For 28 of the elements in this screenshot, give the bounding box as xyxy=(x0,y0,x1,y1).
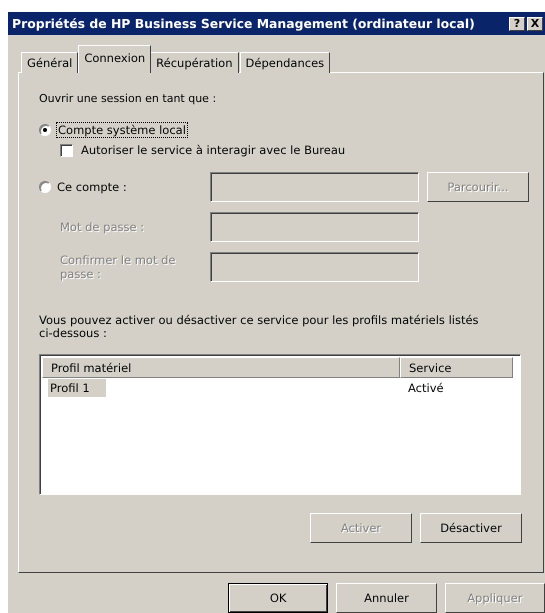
ok-button[interactable]: OK xyxy=(228,583,328,613)
column-header[interactable]: Profil matériel xyxy=(42,357,400,378)
help-button[interactable]: ? xyxy=(509,16,525,30)
profile-list[interactable]: Profil matériel Service Profil 1 Activé xyxy=(39,354,521,495)
section-heading: Ouvrir une session en tant que : xyxy=(39,92,218,107)
disable-button[interactable]: Désactiver xyxy=(420,513,522,543)
password-field[interactable] xyxy=(210,212,419,242)
tab[interactable]: Général xyxy=(21,52,78,73)
field-label: Mot de passe : xyxy=(59,220,146,234)
tab[interactable]: Connexion xyxy=(78,45,152,73)
checkbox[interactable] xyxy=(60,144,73,156)
confirm-password-field[interactable] xyxy=(210,252,419,282)
close-button[interactable]: X xyxy=(527,16,543,30)
column-header[interactable]: Service xyxy=(400,357,513,378)
account-field[interactable] xyxy=(210,172,419,202)
radio-icon[interactable] xyxy=(39,181,51,193)
description: Vous pouvez activer ou désactiver ce service pour les profils matériels listés ci-dessous : xyxy=(39,314,480,340)
radio-option[interactable]: Ce compte : xyxy=(39,180,127,194)
table-cell[interactable]: Profil 1 xyxy=(48,378,106,396)
radio-option[interactable]: Compte système local xyxy=(39,123,187,137)
tab[interactable]: Dépendances xyxy=(240,52,330,73)
checkbox-option[interactable]: Autoriser le service à interagir avec le Bureau xyxy=(60,143,346,157)
table-cell-text: Activé xyxy=(407,380,444,394)
window-title: Propriétés de HP Business Service Management (ordinateur local) xyxy=(12,16,476,31)
radio-icon[interactable] xyxy=(39,124,51,136)
field-label: Confirmer le mot de passe : xyxy=(59,253,176,281)
tab[interactable]: Récupération xyxy=(150,52,239,73)
cancel-button[interactable]: Annuler xyxy=(336,583,437,613)
